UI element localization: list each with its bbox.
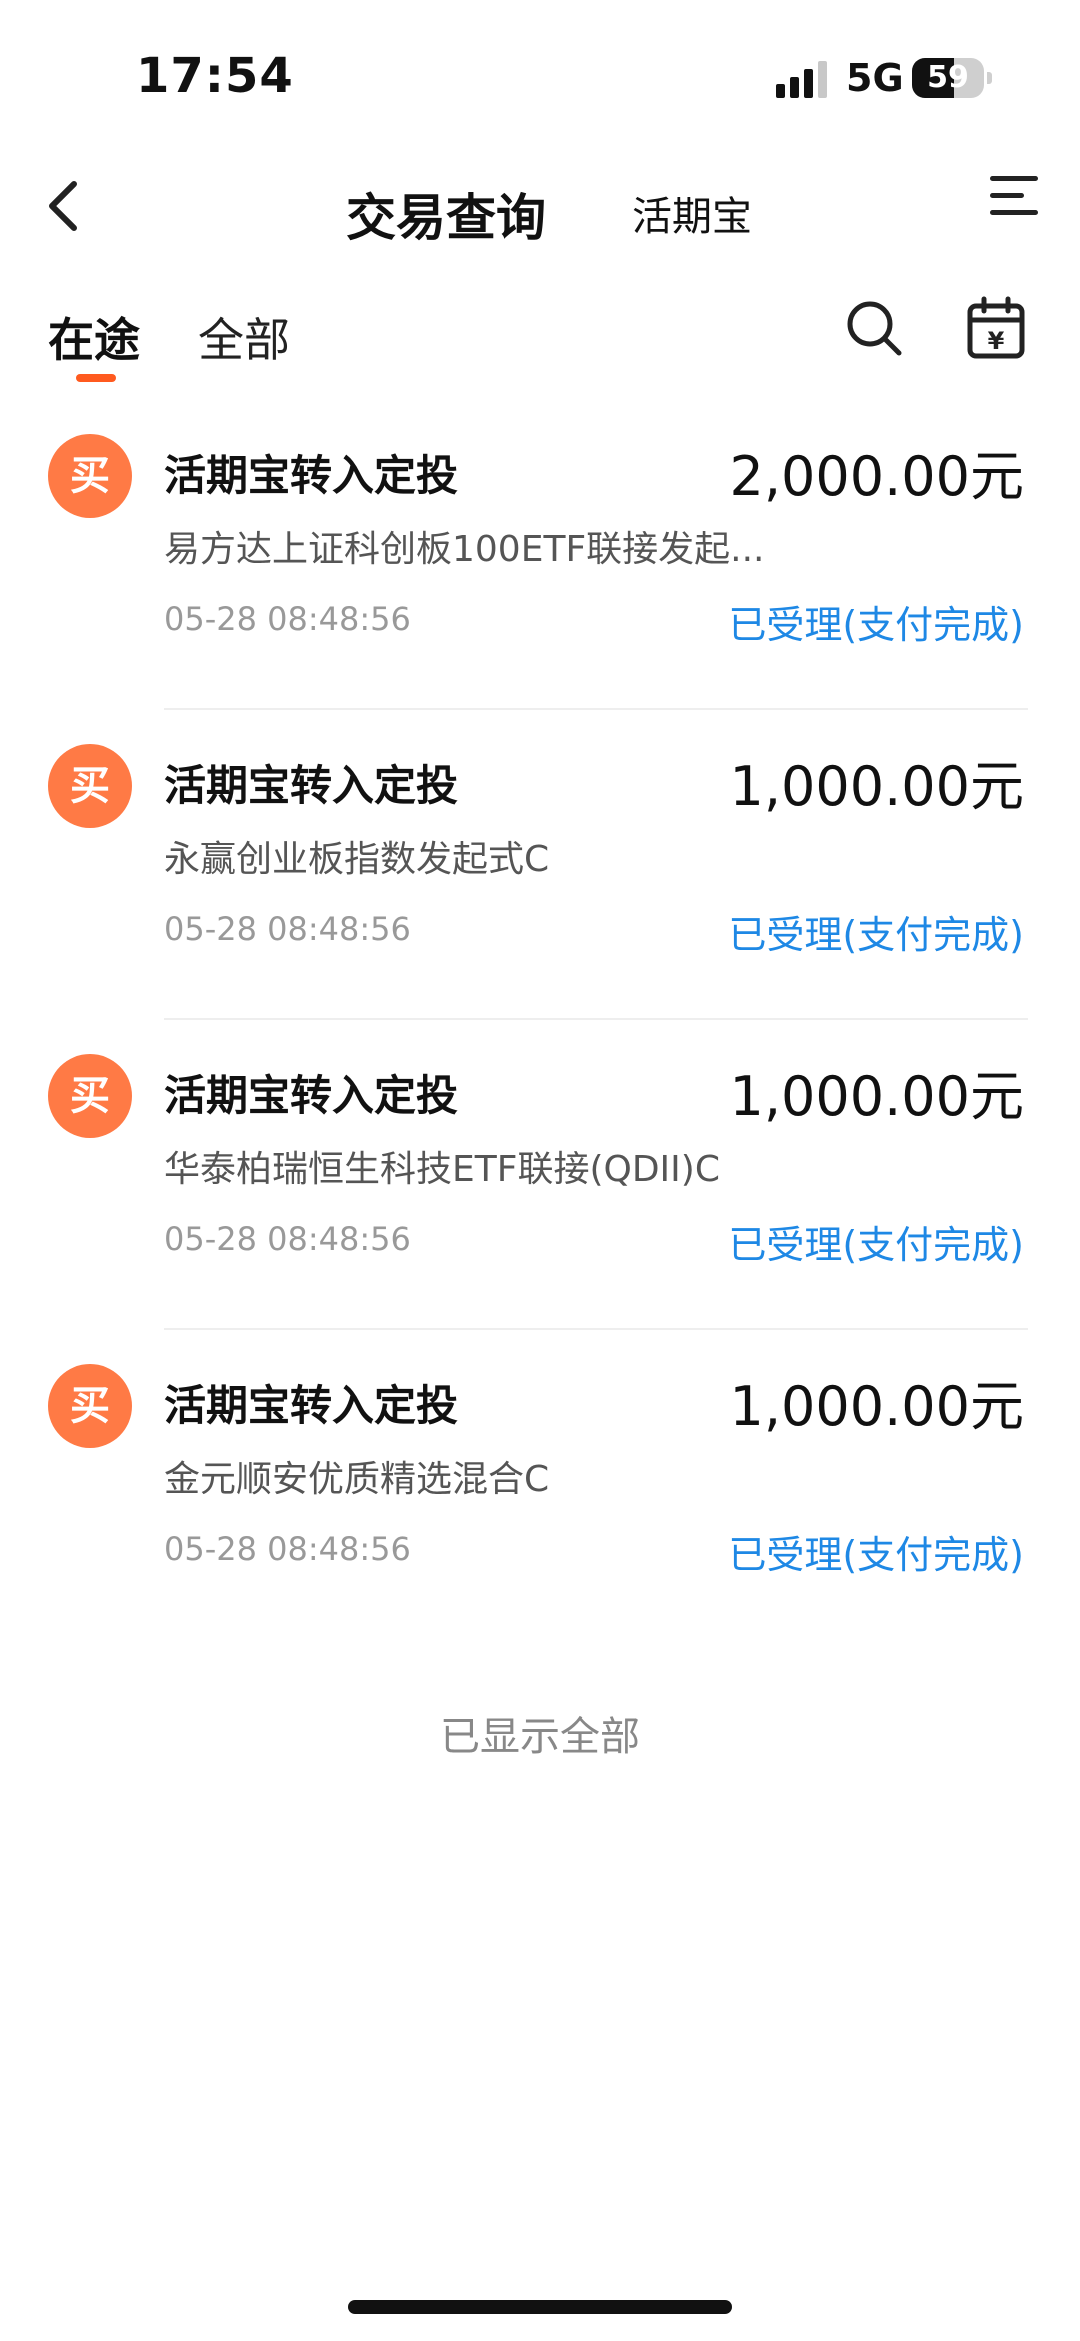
buy-badge-icon: 买	[48, 744, 132, 828]
transaction-type: 活期宝转入定投	[164, 451, 459, 500]
transaction-amount: 2,000.00元	[729, 445, 1024, 508]
transaction-time: 05-28 08:48:56	[164, 600, 411, 638]
fund-name: 华泰柏瑞恒生科技ETF联接(QDII)C	[164, 1149, 720, 1190]
fund-name: 金元顺安优质精选混合C	[164, 1459, 550, 1500]
transaction-amount: 1,000.00元	[729, 1065, 1024, 1128]
transaction-row[interactable]: 买 活期宝转入定投 1,000.00元 永赢创业板指数发起式C 05-28 08…	[0, 710, 1080, 1020]
svg-text:¥: ¥	[988, 327, 1005, 355]
transaction-status: 已受理(支付完成)	[728, 1223, 1024, 1267]
back-button[interactable]	[40, 176, 90, 236]
menu-icon[interactable]	[986, 172, 1040, 220]
transaction-row[interactable]: 买 活期宝转入定投 1,000.00元 金元顺安优质精选混合C 05-28 08…	[0, 1330, 1080, 1640]
buy-badge-icon: 买	[48, 1364, 132, 1448]
transaction-status: 已受理(支付完成)	[728, 913, 1024, 957]
transaction-status: 已受理(支付完成)	[728, 603, 1024, 647]
transaction-list: 买 活期宝转入定投 2,000.00元 易方达上证科创板100ETF联接发起..…	[0, 400, 1080, 1640]
transaction-type: 活期宝转入定投	[164, 1381, 459, 1430]
transaction-type: 活期宝转入定投	[164, 761, 459, 810]
battery-icon: 59	[912, 58, 994, 98]
page-title: 交易查询	[346, 189, 546, 247]
tab-all[interactable]: 全部	[198, 304, 290, 370]
end-of-list-note: 已显示全部	[440, 1714, 640, 1760]
transaction-row[interactable]: 买 活期宝转入定投 1,000.00元 华泰柏瑞恒生科技ETF联接(QDII)C…	[0, 1020, 1080, 1330]
transaction-amount: 1,000.00元	[729, 1375, 1024, 1438]
transaction-amount: 1,000.00元	[729, 755, 1024, 818]
tab-in-transit[interactable]: 在途	[48, 304, 140, 370]
search-icon[interactable]	[844, 298, 904, 358]
transaction-status: 已受理(支付完成)	[728, 1533, 1024, 1577]
home-indicator[interactable]	[348, 2300, 732, 2314]
account-selector[interactable]: 活期宝	[632, 184, 752, 242]
battery-level: 59	[927, 60, 969, 95]
transaction-time: 05-28 08:48:56	[164, 1220, 411, 1258]
network-label: 5G	[846, 56, 904, 100]
transaction-time: 05-28 08:48:56	[164, 910, 411, 948]
status-time: 17:54	[136, 48, 294, 104]
transaction-row[interactable]: 买 活期宝转入定投 2,000.00元 易方达上证科创板100ETF联接发起..…	[0, 400, 1080, 710]
status-bar: 17:54 5G 59	[0, 0, 1080, 150]
active-tab-indicator	[76, 374, 116, 382]
transaction-type: 活期宝转入定投	[164, 1071, 459, 1120]
signal-icon	[776, 61, 827, 98]
transaction-time: 05-28 08:48:56	[164, 1530, 411, 1568]
buy-badge-icon: 买	[48, 434, 132, 518]
buy-badge-icon: 买	[48, 1054, 132, 1138]
fund-name: 易方达上证科创板100ETF联接发起...	[164, 529, 765, 570]
calendar-icon[interactable]: ¥	[966, 296, 1026, 360]
fund-name: 永赢创业板指数发起式C	[164, 839, 550, 880]
